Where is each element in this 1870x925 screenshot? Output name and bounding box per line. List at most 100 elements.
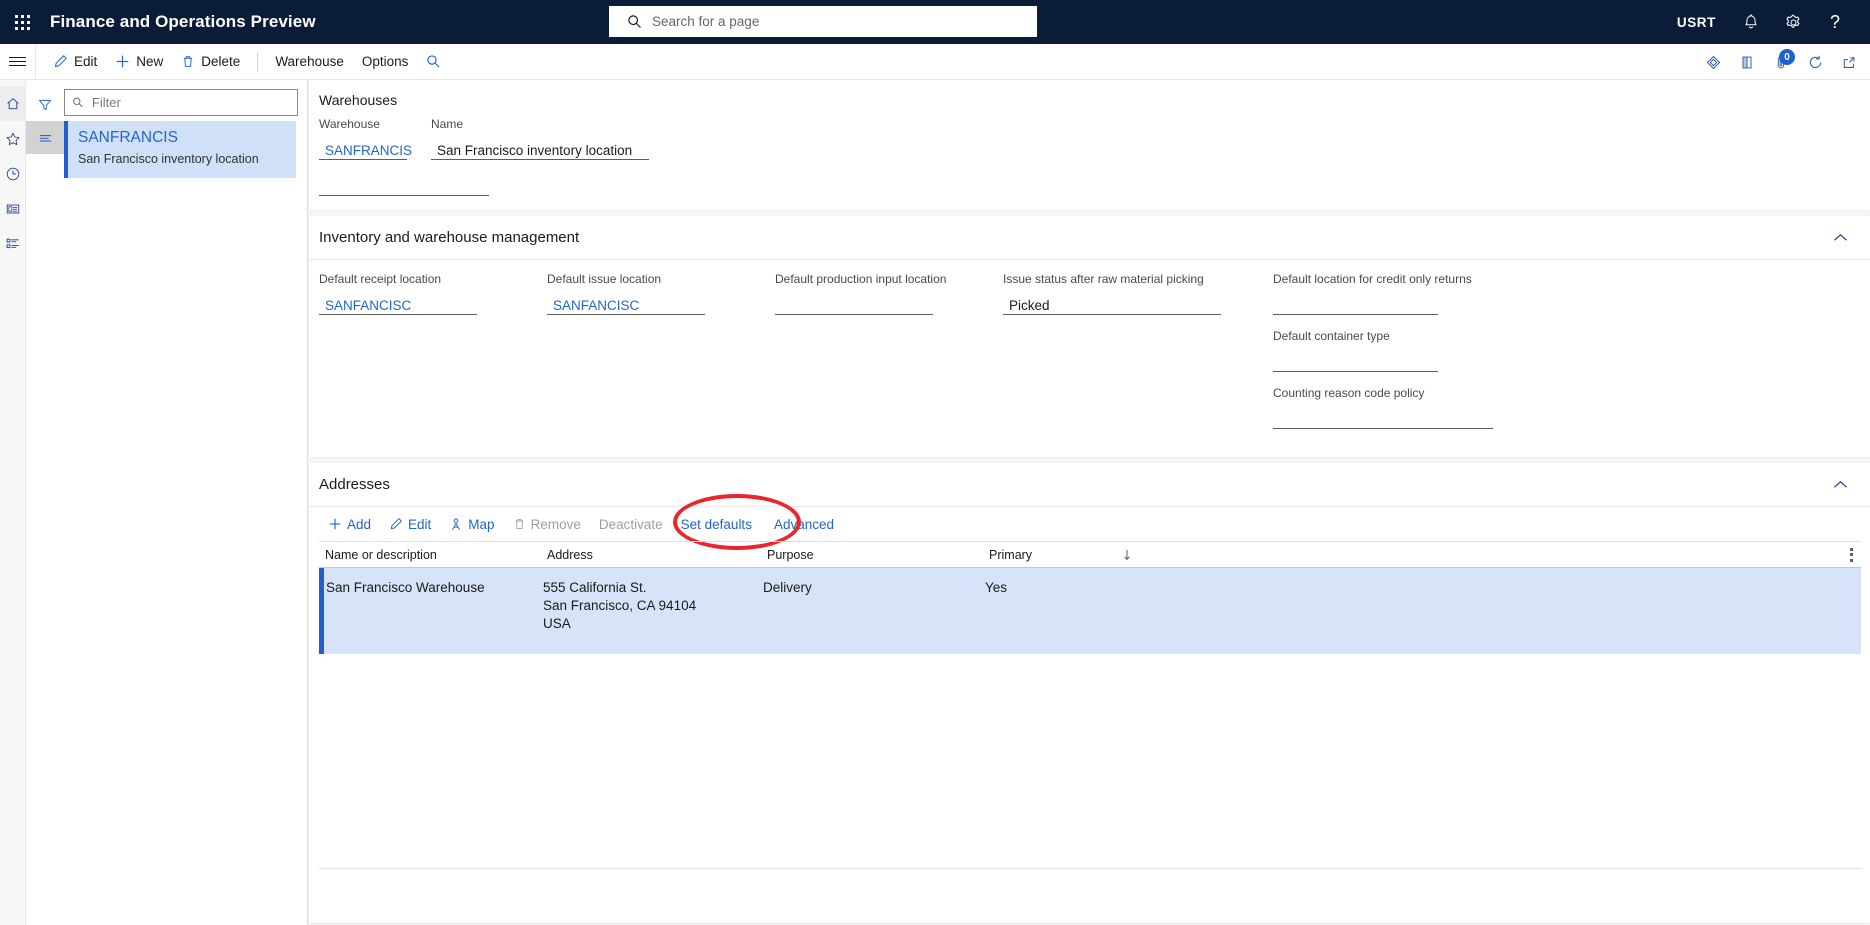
remove-address-label: Remove	[530, 516, 581, 532]
cell-name-or-description: San Francisco Warehouse	[326, 580, 485, 595]
inventory-section-header[interactable]: Inventory and warehouse management	[309, 216, 1870, 260]
default-production-input-location-value[interactable]	[775, 293, 933, 315]
notification-bell-icon	[1745, 14, 1757, 29]
edit-button[interactable]: Edit	[44, 48, 106, 76]
recent-clock-icon	[6, 167, 19, 180]
counting-reason-code-policy-label: Counting reason code policy	[1273, 386, 1425, 400]
cell-address: 555 California St. San Francisco, CA 941…	[541, 579, 761, 654]
default-location-credit-only-returns-field: Default location for credit only returns	[1273, 272, 1489, 329]
default-location-credit-only-returns-value[interactable]	[1273, 293, 1438, 315]
plus-icon	[116, 55, 129, 68]
column-header-primary-label: Primary	[989, 547, 1033, 562]
topbar-right-group: USRT ?	[1663, 0, 1870, 44]
delete-button[interactable]: Delete	[172, 48, 249, 76]
inventory-column-2: Default issue location SANFANCISC	[547, 272, 775, 443]
relationships-button[interactable]	[1696, 44, 1730, 80]
help-button[interactable]: ?	[1814, 0, 1856, 44]
default-receipt-location-field: Default receipt location SANFANCISC	[319, 272, 523, 329]
chevron-up-icon[interactable]	[1833, 480, 1848, 489]
filter-funnel-icon	[38, 99, 52, 110]
attachments-pane-button[interactable]	[1730, 44, 1764, 80]
filter-box[interactable]	[64, 89, 298, 116]
addresses-section-header[interactable]: Addresses	[309, 463, 1870, 507]
global-search-box[interactable]	[609, 6, 1037, 37]
header-secondary-fields	[309, 174, 1870, 210]
warehouse-menu[interactable]: Warehouse	[266, 48, 353, 76]
search-input[interactable]	[650, 13, 1029, 30]
top-navigation-bar: Finance and Operations Preview USRT	[0, 0, 1870, 44]
waffle-menu-button[interactable]	[0, 0, 44, 44]
main-content: Warehouses Warehouse SANFRANCIS Name San…	[308, 80, 1870, 925]
cell-primary: Yes	[985, 580, 1008, 595]
name-field-value[interactable]: San Francisco inventory location	[431, 138, 649, 160]
map-pin-person-icon	[452, 517, 461, 530]
search-icon	[427, 55, 440, 68]
deactivate-address-label: Deactivate	[598, 516, 663, 532]
column-header-primary[interactable]: Primary	[983, 548, 1173, 562]
search-icon	[73, 97, 83, 108]
notifications-button[interactable]	[1730, 0, 1772, 44]
sidebar-item-modules[interactable]	[0, 226, 25, 261]
default-issue-location-value[interactable]: SANFANCISC	[547, 293, 705, 315]
advanced-button[interactable]: Advanced	[765, 511, 843, 537]
column-header-address[interactable]: Address	[541, 548, 761, 562]
table-row[interactable]: San Francisco Warehouse 555 California S…	[319, 568, 1861, 654]
attachments-count-badge: 0	[1779, 49, 1795, 65]
options-menu[interactable]: Options	[353, 48, 418, 76]
edit-address-button[interactable]: Edit	[380, 511, 440, 537]
column-header-purpose[interactable]: Purpose	[761, 548, 983, 562]
warehouse-menu-label: Warehouse	[275, 54, 344, 69]
app-title: Finance and Operations Preview	[50, 12, 316, 31]
default-container-type-value[interactable]	[1273, 350, 1438, 372]
navigation-rail	[0, 80, 26, 925]
addresses-grid-empty-area	[319, 654, 1861, 869]
new-button[interactable]: New	[106, 48, 172, 76]
inventory-column-3: Default production input location	[775, 272, 1003, 443]
page-body: SANFRANCIS San Francisco inventory locat…	[0, 80, 1870, 925]
refresh-button[interactable]	[1798, 44, 1832, 80]
sidebar-item-workspaces[interactable]	[0, 191, 25, 226]
attachments-button[interactable]: 0	[1764, 44, 1798, 80]
attachments-pane-icon	[1742, 56, 1752, 68]
issue-status-after-raw-material-picking-field: Issue status after raw material picking …	[1003, 272, 1249, 329]
default-production-input-location-field: Default production input location	[775, 272, 979, 329]
edit-address-label: Edit	[408, 516, 432, 532]
help-question-icon: ?	[1830, 12, 1840, 32]
counting-reason-code-policy-value[interactable]	[1273, 407, 1493, 429]
name-field: Name San Francisco inventory location	[431, 117, 649, 174]
settings-button[interactable]	[1772, 0, 1814, 44]
sidebar-item-recent[interactable]	[0, 156, 25, 191]
trash-icon	[184, 56, 193, 67]
new-button-label: New	[136, 54, 164, 69]
relationships-icon	[1706, 55, 1720, 69]
sidebar-item-home[interactable]	[0, 86, 25, 121]
list-pane-body: SANFRANCIS San Francisco inventory locat…	[64, 80, 307, 925]
remove-address-button[interactable]: Remove	[504, 511, 590, 537]
add-address-button[interactable]: Add	[319, 511, 380, 537]
set-defaults-button[interactable]: Set defaults	[672, 511, 761, 537]
chevron-up-icon[interactable]	[1833, 233, 1848, 242]
open-in-new-window-icon	[1843, 56, 1855, 68]
command-search-button[interactable]	[417, 48, 450, 76]
list-item[interactable]: SANFRANCIS San Francisco inventory locat…	[64, 121, 296, 178]
company-selector[interactable]: USRT	[1663, 15, 1730, 30]
deactivate-address-button[interactable]: Deactivate	[590, 511, 672, 537]
inventory-column-1: Default receipt location SANFANCISC	[319, 272, 547, 443]
filter-input[interactable]	[89, 94, 290, 111]
header-extra-field-value[interactable]	[319, 174, 489, 196]
filter-funnel-button[interactable]	[26, 88, 64, 121]
open-in-new-window-button[interactable]	[1832, 44, 1866, 80]
navigation-menu-toggle[interactable]	[0, 43, 36, 80]
list-lines-button[interactable]	[26, 121, 64, 154]
addresses-toolbar: Add Edit Map Remove Deactivate Set defau…	[309, 494, 1870, 550]
issue-status-after-raw-material-picking-value[interactable]: Picked	[1003, 293, 1221, 315]
addresses-section-title: Addresses	[319, 476, 390, 493]
trash-icon	[515, 519, 523, 529]
map-address-button[interactable]: Map	[440, 511, 503, 537]
default-receipt-location-value[interactable]: SANFANCISC	[319, 293, 477, 315]
warehouse-field-value[interactable]: SANFRANCIS	[319, 138, 412, 160]
command-bar-divider	[257, 51, 259, 72]
column-options-button[interactable]	[1850, 547, 1853, 562]
sidebar-item-favorites[interactable]	[0, 121, 25, 156]
column-header-name-or-description[interactable]: Name or description	[319, 548, 541, 562]
